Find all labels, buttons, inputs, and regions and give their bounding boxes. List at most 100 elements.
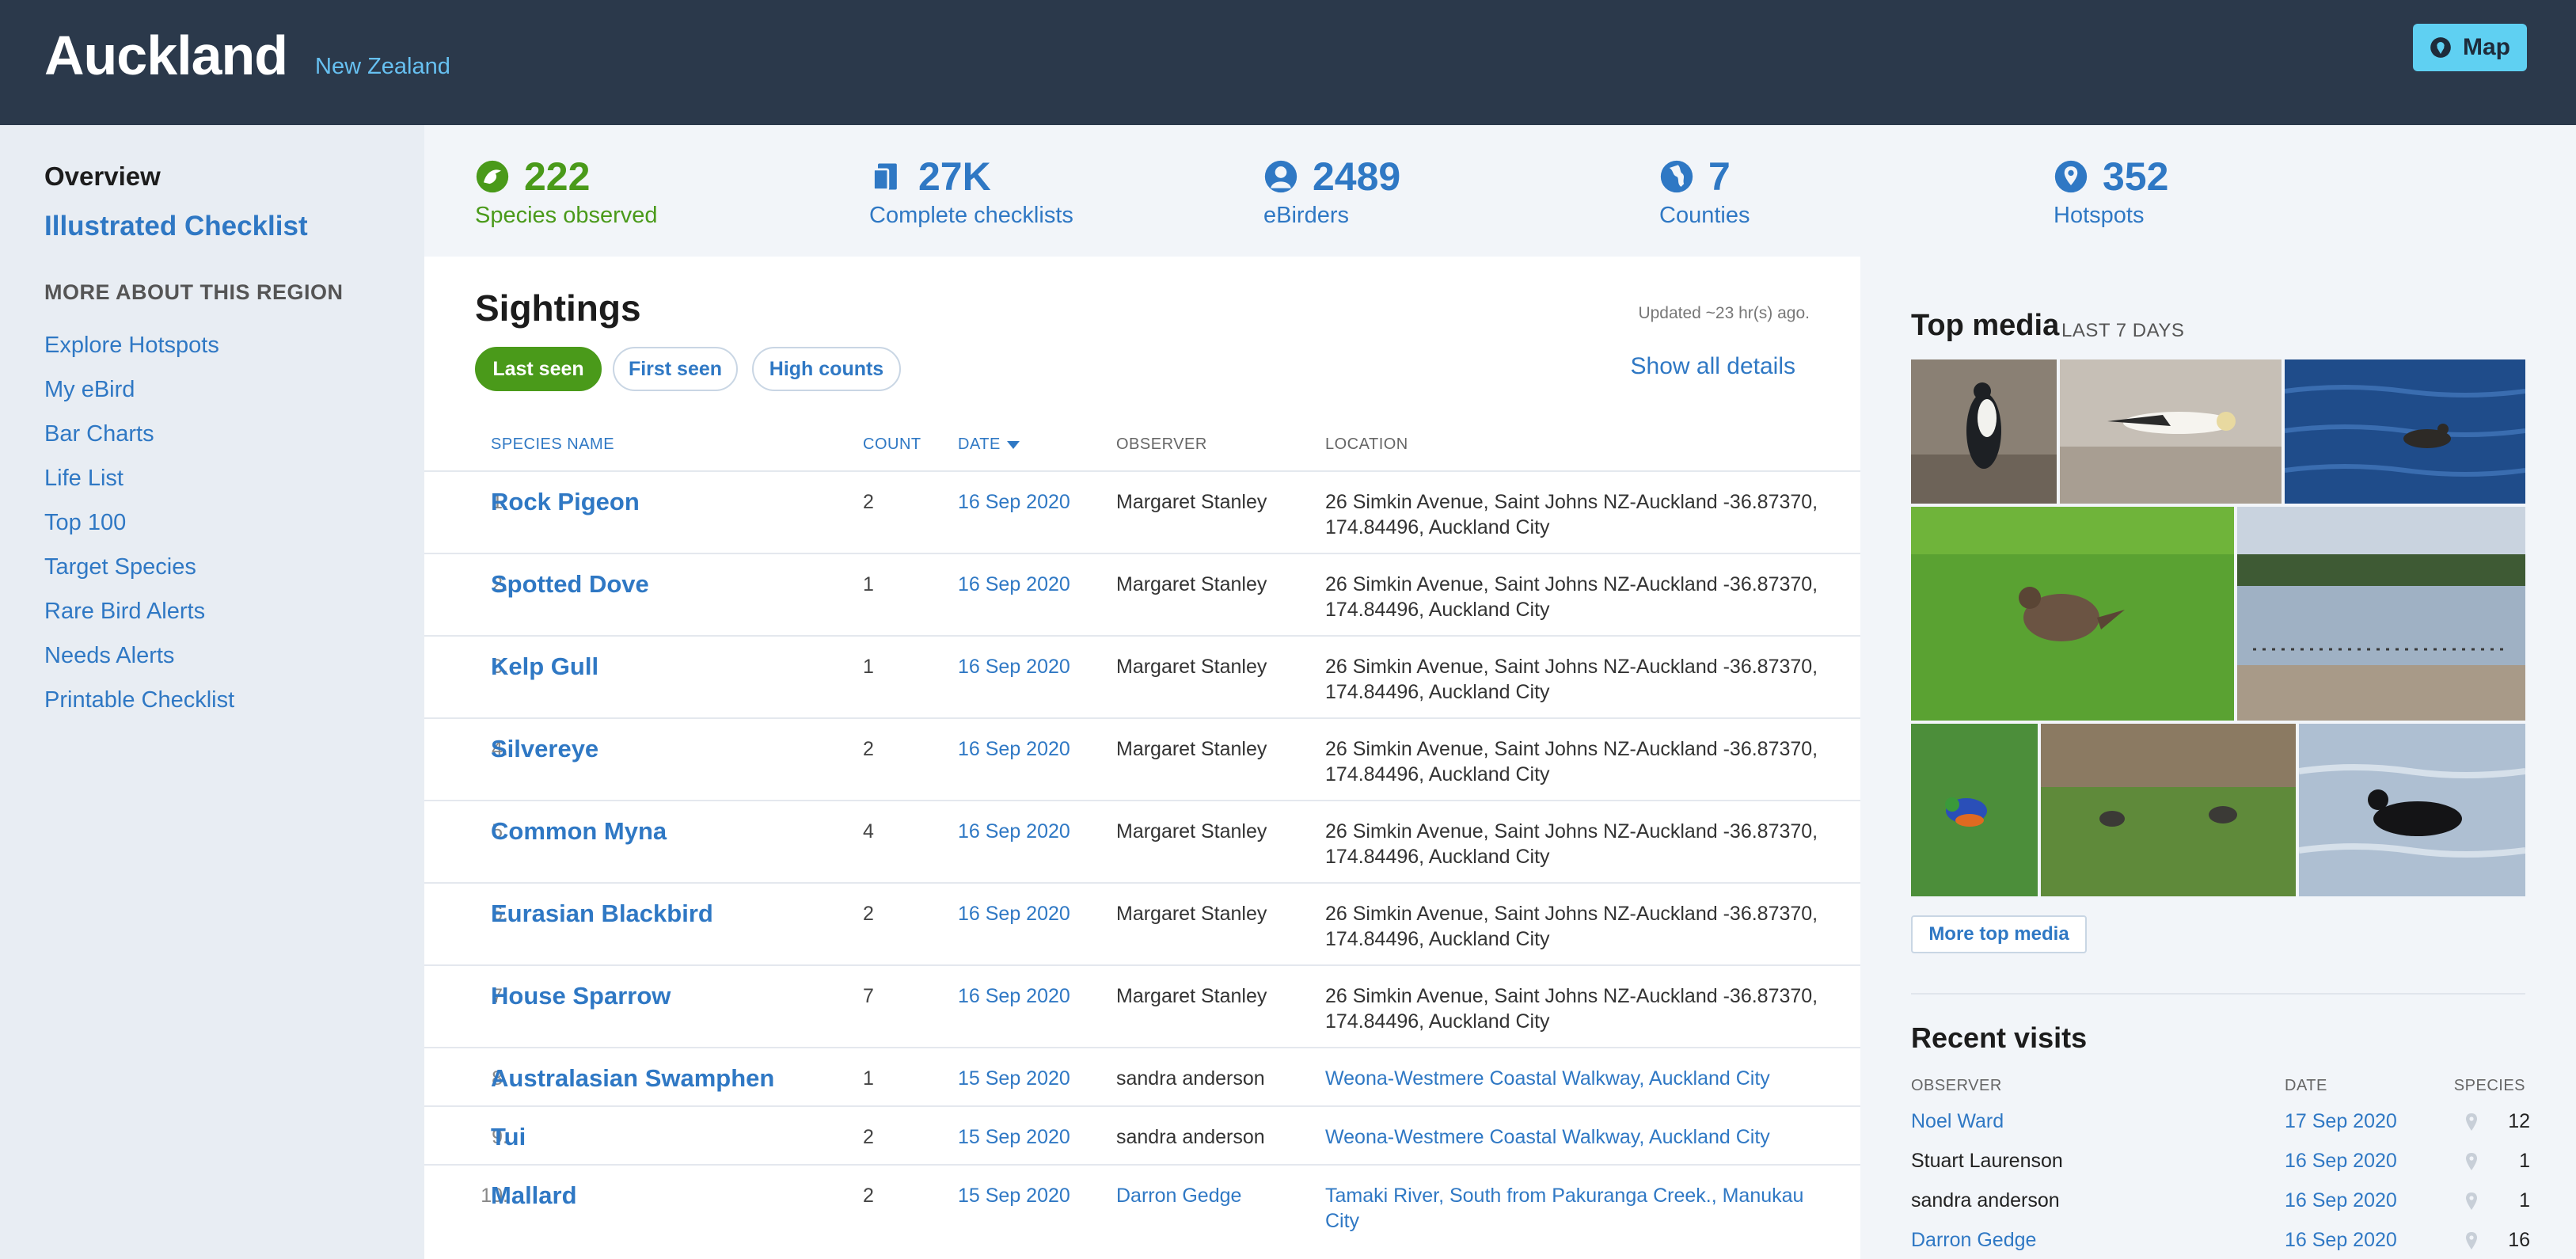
date-link[interactable]: 16 Sep 2020 bbox=[958, 903, 1070, 926]
species-link[interactable]: Australasian Swamphen bbox=[491, 1064, 774, 1093]
date-link[interactable]: 16 Sep 2020 bbox=[958, 985, 1070, 1008]
species-link[interactable]: Spotted Dove bbox=[491, 570, 649, 599]
col-species[interactable]: SPECIES NAME bbox=[491, 436, 614, 454]
table-row: 6. Eurasian Blackbird 2 16 Sep 2020 Marg… bbox=[424, 882, 1860, 964]
filter-first-seen[interactable]: First seen bbox=[613, 347, 738, 391]
table-row: 1. Rock Pigeon 2 16 Sep 2020 Margaret St… bbox=[424, 470, 1860, 553]
location-link[interactable]: Tamaki River, South from Pakuranga Creek… bbox=[1325, 1183, 1832, 1234]
sightings-title: Sightings bbox=[475, 287, 641, 329]
media-photo[interactable] bbox=[2285, 359, 2525, 504]
table-row: 4. Silvereye 2 16 Sep 2020 Margaret Stan… bbox=[424, 717, 1860, 800]
col-location: LOCATION bbox=[1325, 436, 1408, 453]
location-pin-icon[interactable] bbox=[2465, 1232, 2478, 1249]
observer-link[interactable]: Noel Ward bbox=[1911, 1110, 2004, 1133]
nav-overview[interactable]: Overview bbox=[44, 162, 161, 192]
location-pin-icon bbox=[2054, 160, 2088, 193]
species-link[interactable]: Mallard bbox=[491, 1181, 577, 1210]
country-link[interactable]: New Zealand bbox=[315, 54, 450, 80]
visit-row: sandra anderson 16 Sep 2020 1 bbox=[1911, 1189, 2530, 1212]
media-photo[interactable] bbox=[2237, 507, 2525, 721]
date-link[interactable]: 16 Sep 2020 bbox=[2285, 1189, 2397, 1212]
sightings-panel: Sightings Updated ~23 hr(s) ago. Last se… bbox=[424, 257, 1860, 1259]
visits-col-date: DATE bbox=[2285, 1077, 2327, 1094]
right-panel: Top media LAST 7 DAYS More top media Rec… bbox=[1860, 257, 2576, 1259]
link-printable-checklist[interactable]: Printable Checklist bbox=[44, 678, 234, 722]
map-button-label: Map bbox=[2463, 34, 2510, 60]
location-pin-icon bbox=[2430, 37, 2451, 58]
location-pin-icon[interactable] bbox=[2465, 1153, 2478, 1170]
filter-high-counts[interactable]: High counts bbox=[752, 347, 901, 391]
media-photo[interactable] bbox=[1911, 724, 2038, 896]
more-top-media-button[interactable]: More top media bbox=[1911, 915, 2087, 953]
globe-icon bbox=[1660, 160, 1693, 193]
media-photo[interactable] bbox=[2299, 724, 2525, 896]
species-link[interactable]: Silvereye bbox=[491, 735, 598, 763]
link-life-list[interactable]: Life List bbox=[44, 456, 234, 500]
top-media-title: Top media bbox=[1911, 309, 2060, 342]
more-about-heading: MORE ABOUT THIS REGION bbox=[44, 280, 344, 304]
col-observer: OBSERVER bbox=[1116, 436, 1207, 453]
species-link[interactable]: Tui bbox=[491, 1123, 526, 1151]
stat-hotspots[interactable]: 352 Hotspots bbox=[2054, 154, 2168, 229]
species-link[interactable]: Common Myna bbox=[491, 817, 667, 846]
date-link[interactable]: 16 Sep 2020 bbox=[958, 491, 1070, 514]
col-count[interactable]: COUNT bbox=[863, 436, 921, 454]
stat-checklists[interactable]: 27K Complete checklists bbox=[869, 154, 1073, 229]
species-link[interactable]: House Sparrow bbox=[491, 982, 671, 1010]
show-all-details-link[interactable]: Show all details bbox=[1631, 353, 1795, 380]
table-row: 9. Tui 2 15 Sep 2020 sandra anderson Weo… bbox=[424, 1105, 1860, 1164]
location-pin-icon[interactable] bbox=[2465, 1113, 2478, 1131]
nav-illustrated-checklist[interactable]: Illustrated Checklist bbox=[44, 211, 308, 242]
link-explore-hotspots[interactable]: Explore Hotspots bbox=[44, 323, 234, 367]
visit-row: Stuart Laurenson 16 Sep 2020 1 bbox=[1911, 1150, 2530, 1173]
region-title: Auckland bbox=[44, 25, 288, 86]
observer-link[interactable]: Darron Gedge bbox=[1911, 1229, 2036, 1252]
region-links: Explore Hotspots My eBird Bar Charts Lif… bbox=[44, 323, 234, 722]
date-link[interactable]: 16 Sep 2020 bbox=[958, 656, 1070, 679]
table-row: 8. Australasian Swamphen 1 15 Sep 2020 s… bbox=[424, 1047, 1860, 1105]
map-button[interactable]: Map bbox=[2413, 24, 2527, 71]
media-photo[interactable] bbox=[1911, 359, 2057, 504]
table-row: 10. Mallard 2 15 Sep 2020 Darron Gedge T… bbox=[424, 1164, 1860, 1246]
media-photo[interactable] bbox=[2041, 724, 2296, 896]
link-needs-alerts[interactable]: Needs Alerts bbox=[44, 633, 234, 678]
checklist-icon bbox=[872, 163, 897, 191]
visits-col-observer: OBSERVER bbox=[1911, 1077, 2002, 1094]
location-link[interactable]: Weona-Westmere Coastal Walkway, Auckland… bbox=[1325, 1124, 1832, 1150]
visit-row: Noel Ward 17 Sep 2020 12 bbox=[1911, 1110, 2530, 1133]
stat-species[interactable]: 222 Species observed bbox=[475, 154, 658, 229]
stat-ebirders[interactable]: 2489 eBirders bbox=[1263, 154, 1400, 229]
col-date[interactable]: DATE bbox=[958, 436, 1020, 454]
location-link[interactable]: Weona-Westmere Coastal Walkway, Auckland… bbox=[1325, 1066, 1832, 1091]
sort-desc-icon bbox=[1006, 440, 1020, 449]
filter-last-seen[interactable]: Last seen bbox=[475, 347, 602, 391]
location-pin-icon[interactable] bbox=[2465, 1192, 2478, 1210]
media-photo[interactable] bbox=[1911, 507, 2234, 721]
date-link[interactable]: 16 Sep 2020 bbox=[2285, 1229, 2397, 1252]
media-photo[interactable] bbox=[2060, 359, 2282, 504]
species-link[interactable]: Eurasian Blackbird bbox=[491, 900, 713, 928]
date-link[interactable]: 15 Sep 2020 bbox=[958, 1185, 1070, 1208]
date-link[interactable]: 15 Sep 2020 bbox=[958, 1126, 1070, 1149]
link-rare-bird-alerts[interactable]: Rare Bird Alerts bbox=[44, 589, 234, 633]
species-link[interactable]: Rock Pigeon bbox=[491, 488, 640, 516]
recent-visits-title: Recent visits bbox=[1911, 1021, 2088, 1054]
date-link[interactable]: 16 Sep 2020 bbox=[958, 820, 1070, 843]
sightings-table: 1. Rock Pigeon 2 16 Sep 2020 Margaret St… bbox=[424, 470, 1860, 1246]
divider bbox=[1911, 993, 2525, 995]
link-target-species[interactable]: Target Species bbox=[44, 545, 234, 589]
date-link[interactable]: 16 Sep 2020 bbox=[958, 573, 1070, 596]
link-my-ebird[interactable]: My eBird bbox=[44, 367, 234, 412]
species-link[interactable]: Kelp Gull bbox=[491, 652, 598, 681]
date-link[interactable]: 16 Sep 2020 bbox=[2285, 1150, 2397, 1173]
stats-strip: 222 Species observed 27K Complete checkl… bbox=[424, 125, 2576, 257]
stat-counties[interactable]: 7 Counties bbox=[1659, 154, 1750, 229]
date-link[interactable]: 15 Sep 2020 bbox=[958, 1067, 1070, 1090]
link-top-100[interactable]: Top 100 bbox=[44, 500, 234, 545]
date-link[interactable]: 17 Sep 2020 bbox=[2285, 1110, 2397, 1133]
link-bar-charts[interactable]: Bar Charts bbox=[44, 412, 234, 456]
sidebar: Overview Illustrated Checklist MORE ABOU… bbox=[0, 125, 424, 1259]
date-link[interactable]: 16 Sep 2020 bbox=[958, 738, 1070, 761]
table-row: 2. Spotted Dove 1 16 Sep 2020 Margaret S… bbox=[424, 553, 1860, 635]
observer-link[interactable]: Darron Gedge bbox=[1116, 1185, 1241, 1208]
